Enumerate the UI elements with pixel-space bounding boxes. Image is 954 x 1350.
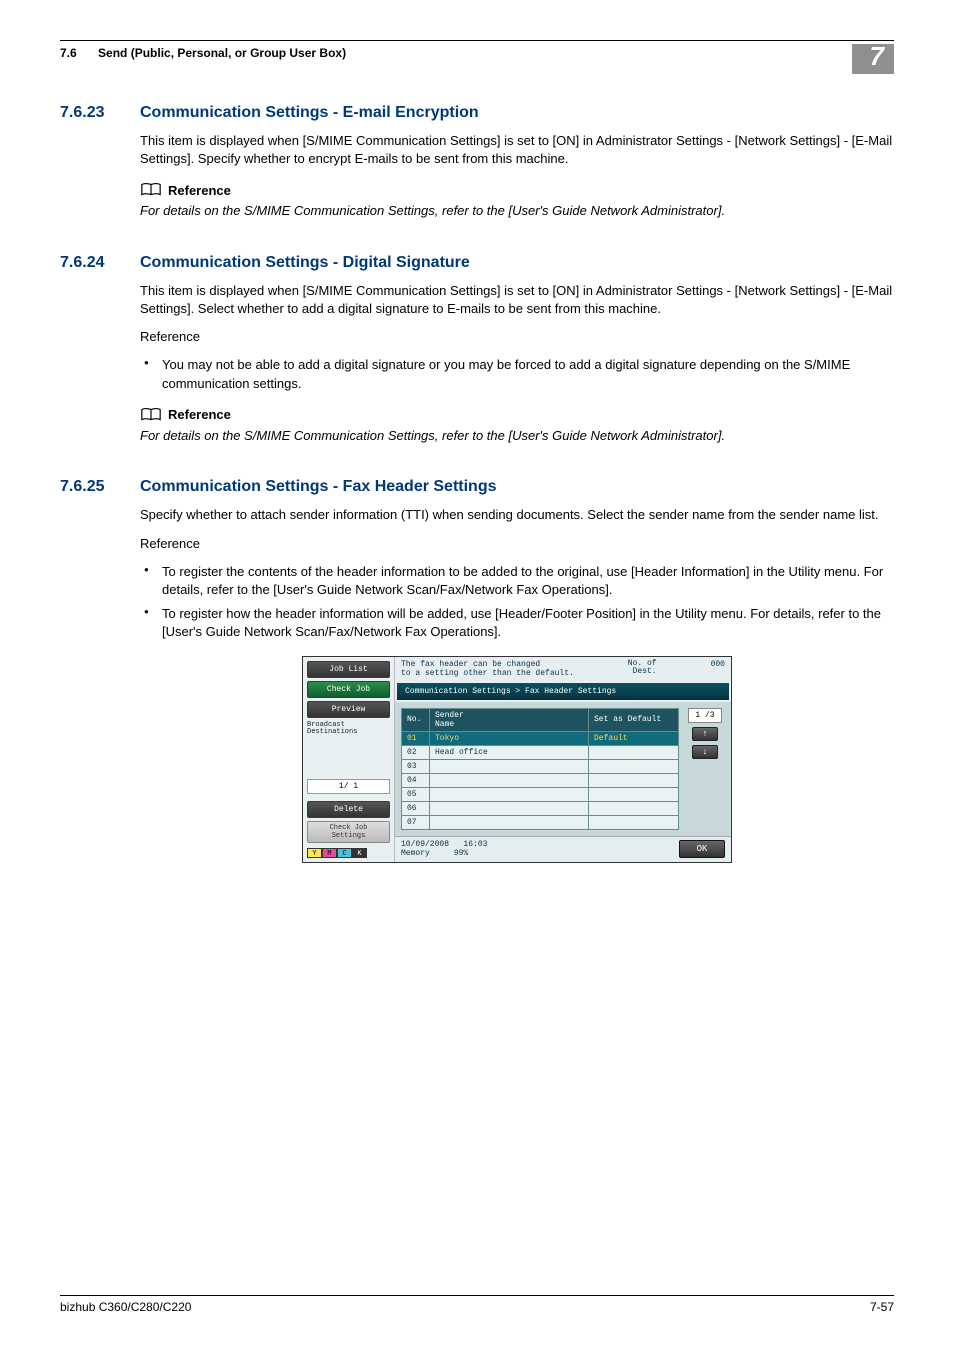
- page-footer: bizhub C360/C280/C220 7-57: [60, 1295, 894, 1314]
- table-row[interactable]: 02 Head office: [402, 745, 679, 759]
- table-row[interactable]: 06: [402, 801, 679, 815]
- fax-header-settings-panel: Job List Check Job Preview Broadcast Des…: [302, 656, 732, 863]
- heading-num: 7.6.23: [60, 104, 140, 122]
- book-icon: [140, 182, 162, 198]
- toner-k-icon: K: [352, 848, 367, 858]
- broadcast-label: Broadcast Destinations: [307, 722, 390, 737]
- section-7-6-24: 7.6.24 Communication Settings - Digital …: [60, 254, 894, 444]
- check-job-settings-button[interactable]: Check Job Settings: [307, 821, 390, 843]
- preview-button[interactable]: Preview: [307, 701, 390, 718]
- panel-message: The fax header can be changed to a setti…: [401, 660, 574, 678]
- memory-label: Memory: [401, 849, 430, 858]
- left-sidebar: Job List Check Job Preview Broadcast Des…: [303, 657, 395, 862]
- scroll-down-button[interactable]: ↓: [692, 745, 718, 759]
- time-value: 16:03: [463, 840, 487, 849]
- ok-button[interactable]: OK: [679, 840, 725, 858]
- dest-label: No. of Dest.: [628, 660, 657, 678]
- reference-subhead: Reference: [140, 535, 894, 553]
- memory-value: 99%: [454, 849, 468, 858]
- sender-table: No. Sender Name Set as Default 01 Tokyo …: [401, 708, 679, 830]
- date-value: 10/09/2008: [401, 840, 449, 849]
- toner-m-icon: M: [322, 848, 337, 858]
- reference-label: Reference: [168, 407, 231, 422]
- heading-num: 7.6.25: [60, 478, 140, 496]
- footer-page: 7-57: [870, 1300, 894, 1314]
- job-list-button[interactable]: Job List: [307, 661, 390, 678]
- footer-model: bizhub C360/C280/C220: [60, 1300, 191, 1314]
- book-icon: [140, 407, 162, 423]
- reference-text: For details on the S/MIME Communication …: [140, 202, 894, 220]
- heading-title: Communication Settings - Digital Signatu…: [140, 254, 470, 272]
- col-default: Set as Default: [589, 708, 679, 731]
- table-row[interactable]: 01 Tokyo Default: [402, 731, 679, 745]
- heading-title: Communication Settings - Fax Header Sett…: [140, 478, 497, 496]
- toner-y-icon: Y: [307, 848, 322, 858]
- section-7-6-25: 7.6.25 Communication Settings - Fax Head…: [60, 478, 894, 862]
- delete-button[interactable]: Delete: [307, 801, 390, 818]
- table-row[interactable]: 05: [402, 787, 679, 801]
- body-text: Specify whether to attach sender informa…: [140, 506, 894, 524]
- table-row[interactable]: 04: [402, 773, 679, 787]
- toner-c-icon: C: [337, 848, 352, 858]
- page-indicator: 1 /3: [688, 708, 722, 723]
- dest-count: 000: [711, 660, 725, 669]
- reference-subhead: Reference: [140, 328, 894, 346]
- toner-indicator: Y M C K: [307, 848, 390, 858]
- table-row[interactable]: 07: [402, 815, 679, 829]
- scroll-up-button[interactable]: ↑: [692, 727, 718, 741]
- col-sender-name: Sender Name: [430, 708, 589, 731]
- reference-label: Reference: [168, 183, 231, 198]
- check-job-button[interactable]: Check Job: [307, 681, 390, 698]
- page-header: 7.6 Send (Public, Personal, or Group Use…: [60, 44, 894, 74]
- section-7-6-23: 7.6.23 Communication Settings - E-mail E…: [60, 104, 894, 220]
- page-count: 1/ 1: [307, 779, 390, 794]
- heading-title: Communication Settings - E-mail Encrypti…: [140, 104, 479, 122]
- breadcrumb: Communication Settings > Fax Header Sett…: [397, 683, 729, 700]
- body-text: This item is displayed when [S/MIME Comm…: [140, 282, 894, 318]
- reference-text: For details on the S/MIME Communication …: [140, 427, 894, 445]
- header-section-num: 7.6: [60, 46, 77, 60]
- bullet-item: To register the contents of the header i…: [140, 563, 894, 599]
- body-text: This item is displayed when [S/MIME Comm…: [140, 132, 894, 168]
- table-row[interactable]: 03: [402, 759, 679, 773]
- header-section-title: Send (Public, Personal, or Group User Bo…: [98, 46, 346, 60]
- chapter-badge: 7: [852, 44, 894, 74]
- col-no: No.: [402, 708, 430, 731]
- bullet-item: To register how the header information w…: [140, 605, 894, 641]
- heading-num: 7.6.24: [60, 254, 140, 272]
- bullet-item: You may not be able to add a digital sig…: [140, 356, 894, 392]
